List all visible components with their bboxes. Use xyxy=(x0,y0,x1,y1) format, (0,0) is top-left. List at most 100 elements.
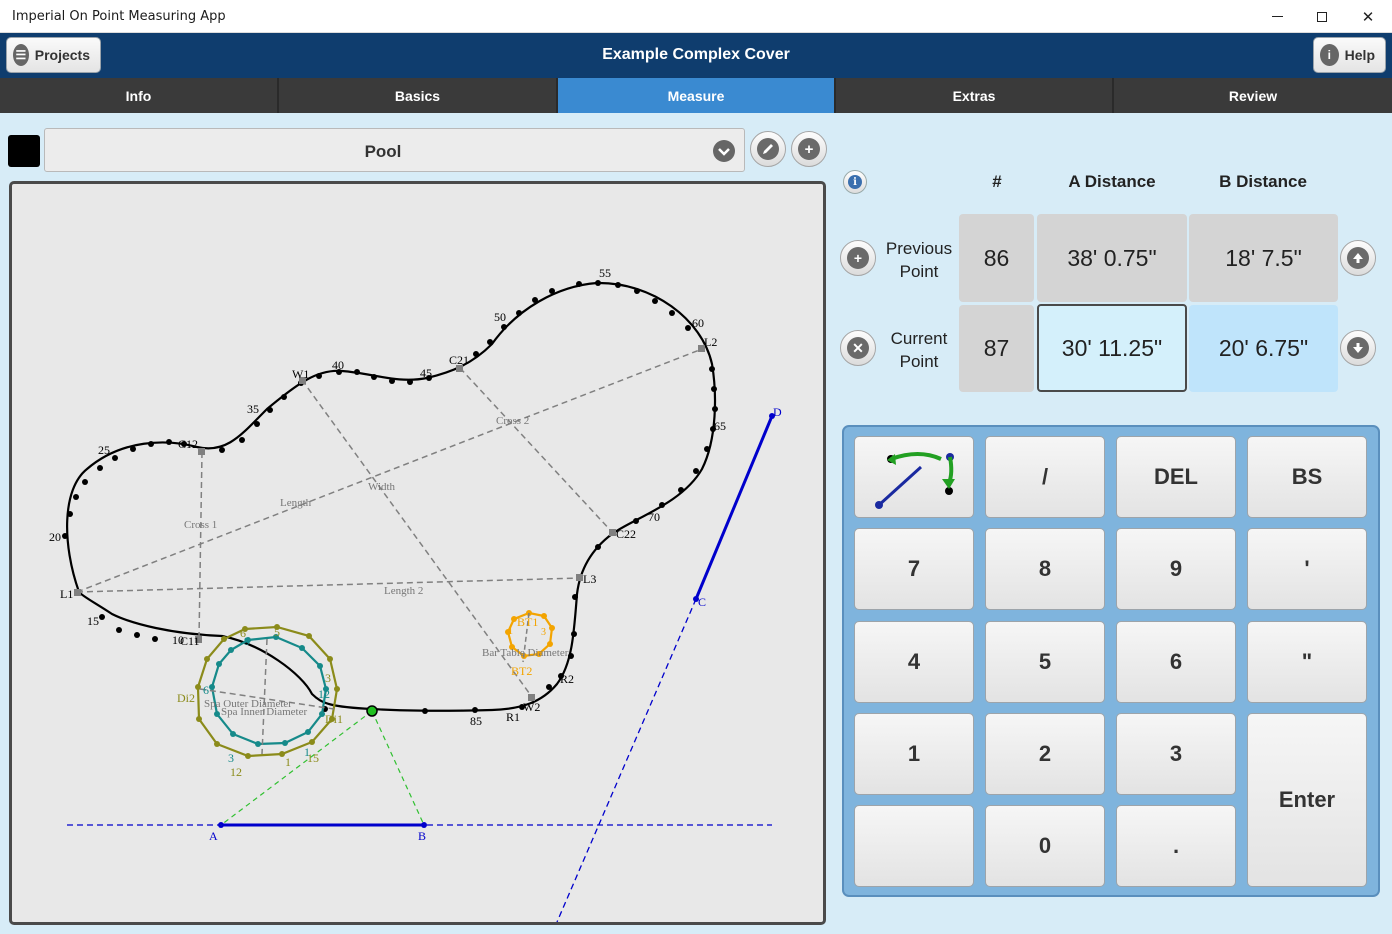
spa-label: 3 xyxy=(228,751,234,765)
info-icon: i xyxy=(848,175,862,189)
pencil-icon xyxy=(757,138,779,160)
page-title: Example Complex Cover xyxy=(602,46,790,63)
current-point-a-distance[interactable]: 30' 11.25" xyxy=(1037,304,1187,392)
shape-color-swatch[interactable] xyxy=(8,135,40,167)
key-7[interactable]: 7 xyxy=(854,528,974,610)
arrow-up-icon xyxy=(1347,247,1369,269)
key-bs[interactable]: BS xyxy=(1247,436,1367,518)
reference-line-cd-extended xyxy=(556,598,697,922)
tab-review[interactable]: Review xyxy=(1114,78,1392,113)
key-feet[interactable]: ' xyxy=(1247,528,1367,610)
reference-point-markers xyxy=(218,413,775,828)
previous-point-b-distance[interactable]: 18' 7.5" xyxy=(1189,214,1338,302)
canvas-label: 20 xyxy=(49,530,61,544)
pool-outline xyxy=(66,281,717,712)
tab-info[interactable]: Info xyxy=(0,78,279,113)
maximize-icon xyxy=(1317,11,1327,22)
bar-table-label: BT2 xyxy=(511,664,532,678)
spa-label: 9 xyxy=(244,634,250,648)
key-decimal[interactable]: . xyxy=(1116,805,1236,887)
info-icon: i xyxy=(1320,44,1339,66)
key-blank[interactable] xyxy=(854,805,974,887)
reference-point-label: C xyxy=(698,595,706,609)
tab-measure[interactable]: Measure xyxy=(558,78,836,113)
canvas-label: C12 xyxy=(178,437,198,451)
current-point-label-line2: Point xyxy=(899,352,939,371)
key-4[interactable]: 4 xyxy=(854,621,974,703)
pool-points xyxy=(62,280,718,714)
spa-label: Di2 xyxy=(177,691,195,705)
add-shape-button[interactable]: + xyxy=(791,131,827,167)
canvas-label: W1 xyxy=(292,367,309,381)
tab-extras[interactable]: Extras xyxy=(836,78,1114,113)
key-slash[interactable]: / xyxy=(985,436,1105,518)
measure-canvas[interactable]: 55 50 60 L2 C21 45 40 W1 35 C12 25 20 L1… xyxy=(9,181,826,925)
arrow-down-icon xyxy=(1347,337,1369,359)
key-enter[interactable]: Enter xyxy=(1247,713,1367,887)
column-header-a-distance: A Distance xyxy=(1068,172,1156,191)
canvas-label: 85 xyxy=(470,714,482,728)
reference-point-label: D xyxy=(773,405,782,419)
spa-label: Spa Inner Diameter xyxy=(221,706,307,718)
key-del[interactable]: DEL xyxy=(1116,436,1236,518)
dimension-label: Cross 1 xyxy=(184,519,217,531)
canvas-label: 15 xyxy=(87,614,99,628)
app-header: ☰ Projects Example Complex Cover i Help xyxy=(0,33,1392,78)
previous-point-label-line2: Point xyxy=(899,262,939,281)
canvas-label: 45 xyxy=(420,366,432,380)
minimize-icon xyxy=(1271,15,1283,18)
key-1[interactable]: 1 xyxy=(854,713,974,795)
spa-outer-polygon xyxy=(196,625,339,758)
key-0[interactable]: 0 xyxy=(985,805,1105,887)
key-9[interactable]: 9 xyxy=(1116,528,1236,610)
key-6[interactable]: 6 xyxy=(1116,621,1236,703)
move-down-button[interactable] xyxy=(1340,330,1376,366)
canvas-label: W2 xyxy=(523,700,540,714)
help-button[interactable]: i Help xyxy=(1313,37,1386,73)
add-point-button[interactable]: + xyxy=(840,240,876,276)
maximize-button[interactable] xyxy=(1299,0,1345,33)
help-label: Help xyxy=(1344,47,1375,63)
spa-label: 1 xyxy=(304,745,310,759)
measure-info-button[interactable]: i xyxy=(843,170,867,194)
move-up-button[interactable] xyxy=(1340,240,1376,276)
close-window-button[interactable]: ✕ xyxy=(1345,0,1391,33)
dimension-label: Length 2 xyxy=(384,585,423,597)
current-point-marker xyxy=(366,705,378,717)
swap-points-button[interactable] xyxy=(854,436,974,518)
canvas-label: 40 xyxy=(332,358,344,372)
key-5[interactable]: 5 xyxy=(985,621,1105,703)
dimension-endpoints xyxy=(74,345,705,701)
canvas-label: 65 xyxy=(714,419,726,433)
previous-point-number: 86 xyxy=(959,214,1034,302)
spa-label: 12 xyxy=(318,687,330,701)
swap-points-icon xyxy=(875,452,955,509)
edit-shape-button[interactable] xyxy=(750,131,786,167)
spa-label: 6 xyxy=(203,683,209,697)
canvas-label: R2 xyxy=(560,672,574,686)
canvas-label: 60 xyxy=(692,316,704,330)
current-point-b-distance[interactable]: 20' 6.75" xyxy=(1189,305,1338,392)
canvas-label: L3 xyxy=(583,572,596,586)
canvas-label: C11 xyxy=(180,634,200,648)
key-3[interactable]: 3 xyxy=(1116,713,1236,795)
dimension-label: Length xyxy=(280,497,312,509)
minimize-button[interactable] xyxy=(1254,0,1300,33)
dimension-label: Width xyxy=(368,481,396,493)
key-8[interactable]: 8 xyxy=(985,528,1105,610)
column-header-number: # xyxy=(992,172,1002,191)
numeric-keypad: / DEL BS 7 8 9 ' 4 5 6 " 1 2 3 Enter 0 . xyxy=(842,425,1380,897)
current-point-measure-lines xyxy=(220,710,425,826)
tab-basics[interactable]: Basics xyxy=(279,78,558,113)
shape-dropdown[interactable]: Pool xyxy=(44,128,745,172)
bar-table-label: 1 xyxy=(508,626,513,637)
key-inches[interactable]: " xyxy=(1247,621,1367,703)
reference-line-cd xyxy=(694,415,774,600)
canvas-label: L2 xyxy=(704,335,717,349)
key-2[interactable]: 2 xyxy=(985,713,1105,795)
dimension-label: Bar Table Diameter xyxy=(482,647,569,659)
previous-point-a-distance[interactable]: 38' 0.75" xyxy=(1037,214,1187,302)
reference-point-label: A xyxy=(209,829,218,843)
delete-point-button[interactable]: ✕ xyxy=(840,330,876,366)
close-icon: ✕ xyxy=(1361,8,1375,26)
